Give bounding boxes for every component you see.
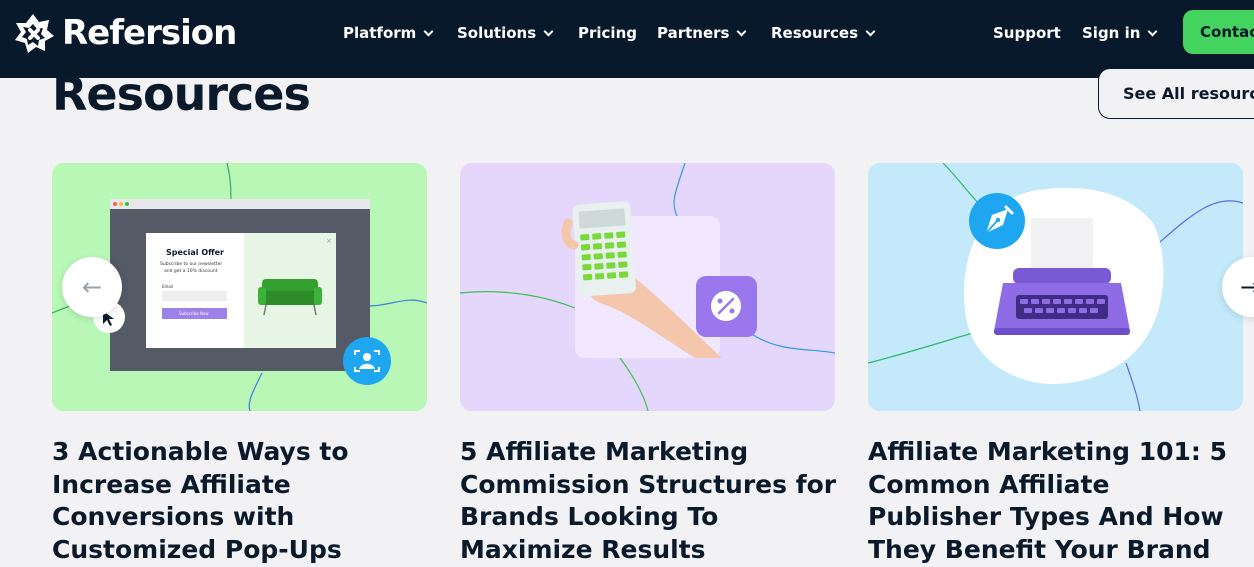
nav-pricing[interactable]: Pricing	[578, 22, 637, 44]
see-all-label: See All resources	[1123, 84, 1254, 103]
popup-heading: Special Offer	[166, 248, 224, 257]
resource-card-1-title[interactable]: 3 Actionable Ways to Increase Affiliate …	[52, 436, 430, 566]
refersion-logo-icon	[15, 14, 54, 53]
nav-partners-label: Partners	[657, 24, 730, 42]
carousel-prev-button[interactable]: ←	[62, 257, 122, 317]
chevron-down-icon	[543, 26, 554, 36]
svg-text:×: ×	[326, 237, 332, 245]
brand-logo[interactable]: Refersion	[12, 12, 237, 54]
see-all-resources-button[interactable]: See All resources	[1098, 68, 1254, 119]
resource-card-2-image[interactable]	[460, 163, 835, 411]
chevron-down-icon	[1147, 26, 1158, 36]
chevron-down-icon	[737, 26, 747, 36]
typewriter-illustration	[868, 163, 1243, 411]
chevron-down-icon	[865, 26, 876, 36]
nav-support-label: Support	[993, 24, 1061, 42]
nav-sign-in-label: Sign in	[1082, 24, 1141, 42]
resource-card-2-title[interactable]: 5 Affiliate Marketing Commission Structu…	[460, 436, 838, 566]
arrow-left-icon: ←	[81, 273, 103, 301]
section-title: Resources	[52, 67, 311, 121]
contact-button[interactable]: Contact	[1183, 10, 1254, 54]
resource-card-3-title[interactable]: Affiliate Marketing 101: 5 Common Affili…	[868, 436, 1246, 566]
popup-text-2: and get a 10% discount	[164, 268, 218, 274]
contact-button-label: Contact	[1200, 23, 1254, 41]
nav-pricing-label: Pricing	[578, 24, 637, 42]
nav-solutions[interactable]: Solutions	[457, 22, 554, 44]
calculator-illustration	[460, 163, 835, 411]
chevron-down-icon	[423, 26, 434, 36]
popup-field-label: Email	[162, 284, 173, 289]
popup-text-1: Subscribe to our newsletter	[160, 261, 222, 267]
nav-resources[interactable]: Resources	[771, 22, 876, 44]
nav-resources-label: Resources	[771, 24, 859, 42]
nav-sign-in[interactable]: Sign in	[1082, 22, 1158, 44]
nav-partners[interactable]: Partners	[657, 22, 747, 44]
arrow-right-icon: →	[1240, 273, 1254, 301]
brand-name: Refersion	[62, 13, 237, 53]
nav-solutions-label: Solutions	[457, 24, 537, 42]
popup-button-label: Subscribe Now	[179, 311, 209, 316]
nav-platform-label: Platform	[343, 24, 417, 42]
nav-support[interactable]: Support	[993, 22, 1061, 44]
resource-card-3-image[interactable]	[868, 163, 1243, 411]
nav-platform[interactable]: Platform	[343, 22, 434, 44]
